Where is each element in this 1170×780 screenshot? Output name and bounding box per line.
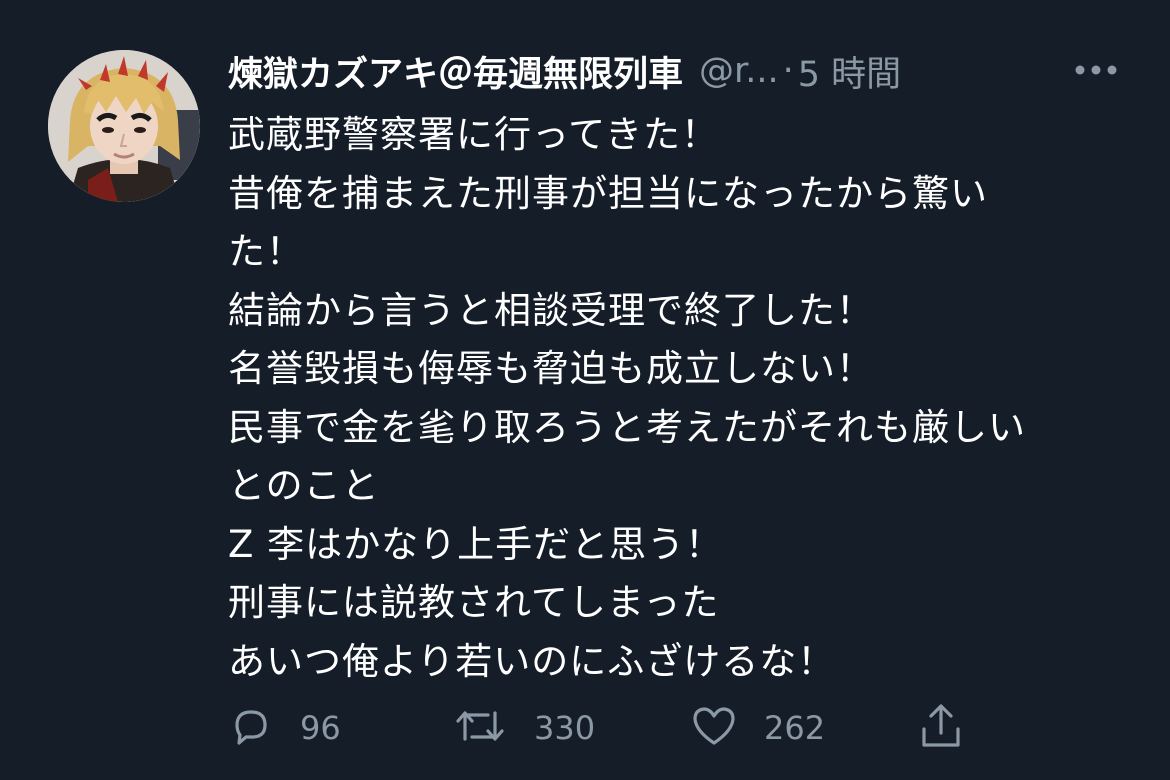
reply-button[interactable]: 96: [228, 700, 341, 756]
tweet-text: 武蔵野警察署に行ってきた！ 昔俺を捕まえた刑事が担当になったから驚い た！ 結論…: [228, 106, 1128, 691]
tweet-line: 結論から言うと相談受理で終了した！: [228, 288, 874, 332]
tweet-line: 昔俺を捕まえた刑事が担当になったから驚い: [228, 171, 988, 215]
tweet[interactable]: 煉獄カズアキ＠毎週無限列車 @r... · 5 時間 武蔵野警察署に行ってきた！…: [0, 0, 1170, 780]
tweet-line: た！: [228, 230, 304, 273]
tweet-line: とのこと: [228, 464, 380, 507]
user-handle[interactable]: @r...: [699, 51, 779, 91]
display-name[interactable]: 煉獄カズアキ＠毎週無限列車: [228, 46, 683, 97]
retweet-icon: [452, 703, 508, 753]
reply-count: 96: [300, 709, 341, 747]
tweet-line: 民事で金を毟り取ろうと考えたがそれも厳しい: [228, 405, 1026, 449]
reply-icon: [228, 703, 274, 753]
tweet-line: Z 李はかなり上手だと思う！: [228, 522, 724, 566]
share-icon: [918, 701, 964, 755]
more-options-icon[interactable]: [1072, 52, 1120, 88]
tweet-line: 刑事には説教されてしまった: [228, 581, 720, 624]
separator-dot: ·: [782, 51, 794, 91]
retweet-count: 330: [534, 709, 596, 747]
tweet-header: 煉獄カズアキ＠毎週無限列車 @r... · 5 時間: [228, 46, 1128, 96]
timestamp[interactable]: 5 時間: [798, 46, 901, 97]
like-count: 262: [764, 709, 826, 747]
tweet-line: あいつ俺より若いのにふざけるな！: [228, 639, 836, 683]
tweet-line: 武蔵野警察署に行ってきた！: [228, 113, 720, 156]
action-bar: 96 330 262: [0, 700, 1170, 756]
retweet-button[interactable]: 330: [452, 700, 595, 756]
heart-icon: [690, 703, 738, 753]
tweet-line: 名誉毀損も侮辱も脅迫も成立しない！: [228, 347, 874, 390]
avatar[interactable]: [48, 50, 200, 202]
share-button[interactable]: [918, 700, 964, 756]
like-button[interactable]: 262: [690, 700, 825, 756]
